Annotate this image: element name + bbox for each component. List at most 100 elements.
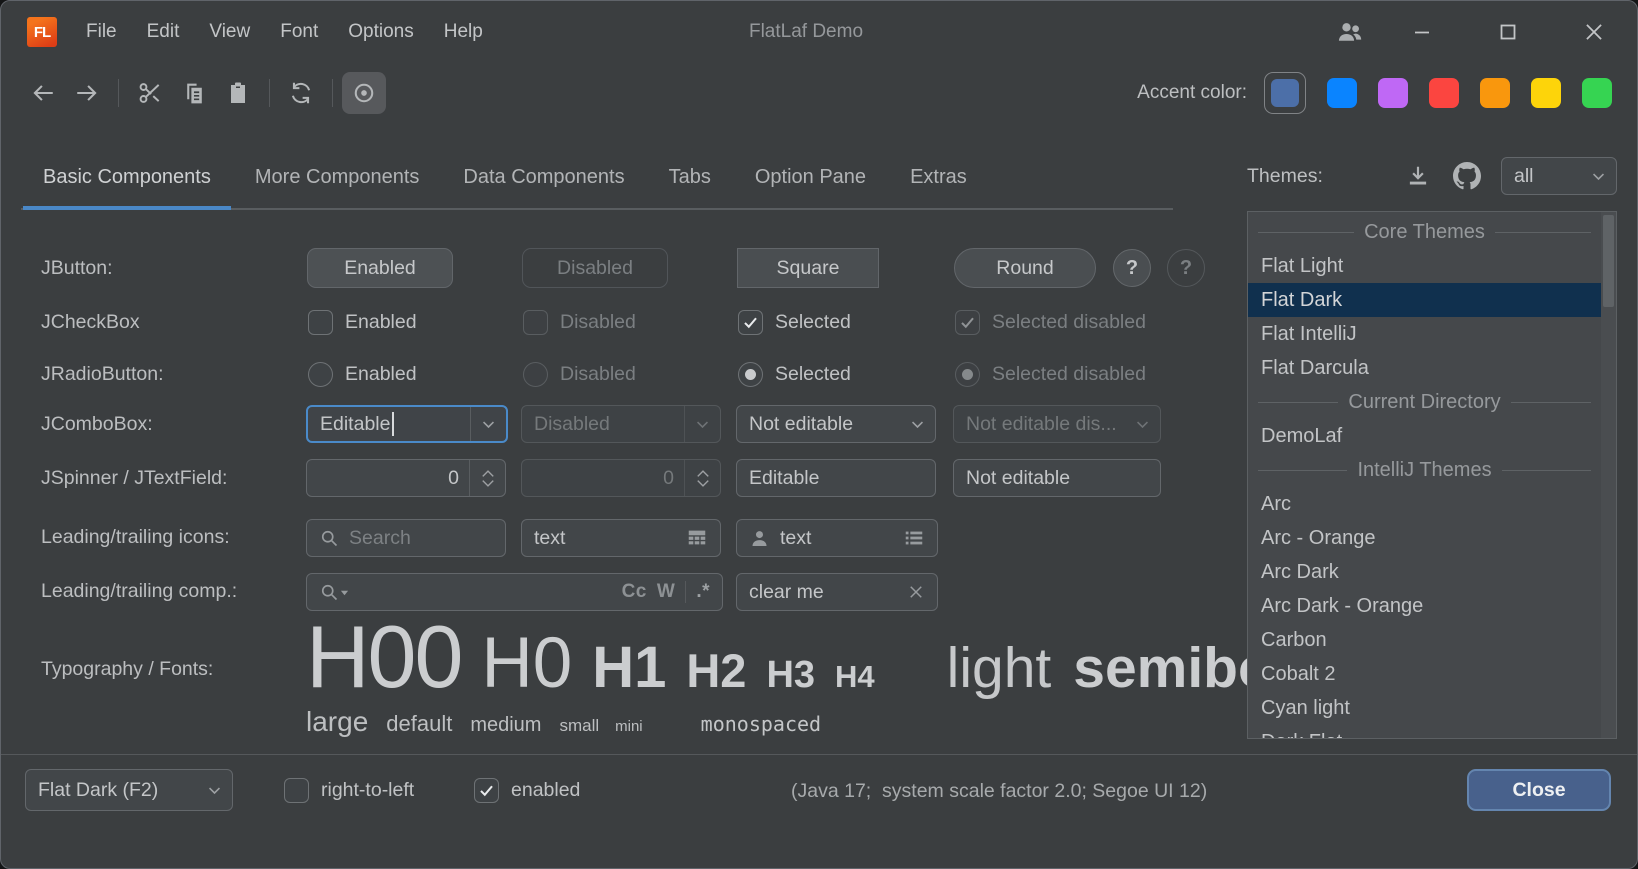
close-window-button[interactable] — [1571, 9, 1617, 55]
chevron-down-icon[interactable] — [900, 406, 935, 442]
theme-item-arc-dark[interactable]: Arc Dark — [1248, 555, 1601, 589]
square-button[interactable]: Square — [737, 248, 879, 288]
field-separator — [685, 581, 686, 603]
menu-help[interactable]: Help — [429, 13, 498, 51]
radio-selected-icon — [738, 362, 763, 387]
copy-button[interactable] — [172, 72, 216, 114]
close-button[interactable]: Close — [1467, 769, 1611, 811]
checkbox-checked-icon — [474, 778, 499, 803]
textfield-not-editable: Not editable — [953, 459, 1161, 497]
search-dropdown-icon[interactable] — [319, 582, 349, 602]
inspect-toggle-button[interactable] — [342, 72, 386, 114]
clear-icon[interactable] — [907, 583, 925, 601]
menu-font[interactable]: Font — [265, 13, 333, 51]
enabled-checkbox[interactable]: enabled — [474, 773, 580, 807]
checkbox-icon — [284, 778, 309, 803]
theme-item-flat-darcula[interactable]: Flat Darcula — [1248, 351, 1601, 385]
users-icon[interactable] — [1327, 9, 1373, 55]
match-case-toggle[interactable]: Cc — [622, 581, 647, 603]
cut-button[interactable] — [128, 72, 172, 114]
accent-swatch-orange[interactable] — [1480, 78, 1510, 108]
copy-icon — [182, 81, 207, 106]
jbutton-row-label: JButton: — [41, 257, 113, 280]
list-icon[interactable] — [903, 527, 925, 549]
lookandfeel-combobox[interactable]: Flat Dark (F2) — [25, 769, 233, 811]
download-icon[interactable] — [1405, 163, 1431, 189]
theme-item-flat-dark[interactable]: Flat Dark — [1248, 283, 1601, 317]
statusbar-separator — [1, 754, 1637, 755]
checkbox-enabled[interactable]: Enabled — [308, 305, 417, 339]
theme-item-cobalt-2[interactable]: Cobalt 2 — [1248, 657, 1601, 691]
menu-file[interactable]: File — [71, 13, 132, 51]
theme-item-arc-dark-orange[interactable]: Arc Dark - Orange — [1248, 589, 1601, 623]
maximize-button[interactable] — [1485, 9, 1531, 55]
paste-icon — [226, 81, 250, 105]
accent-swatch-green[interactable] — [1582, 78, 1612, 108]
person-icon — [749, 528, 770, 549]
minimize-button[interactable] — [1399, 9, 1445, 55]
tab-more-components[interactable]: More Components — [233, 147, 442, 208]
mini-size-sample: mini — [615, 718, 643, 735]
right-to-left-checkbox[interactable]: right-to-left — [284, 773, 414, 807]
regex-toggle[interactable]: .* — [696, 581, 710, 603]
radio-selected[interactable]: Selected — [738, 357, 851, 391]
h1-sample: H1 — [592, 636, 666, 700]
radio-selected-disabled: Selected disabled — [955, 357, 1146, 391]
theme-item-arc-orange[interactable]: Arc - Orange — [1248, 521, 1601, 555]
tab-option-pane[interactable]: Option Pane — [733, 147, 888, 208]
spinner-up-icon — [696, 469, 710, 478]
textfield-trailing-table[interactable]: text — [521, 519, 721, 557]
round-button[interactable]: Round — [954, 248, 1096, 288]
theme-item-flat-light[interactable]: Flat Light — [1248, 249, 1601, 283]
window-title: FlatLaf Demo — [501, 21, 1111, 43]
clearable-field[interactable]: clear me — [736, 573, 938, 611]
enabled-button[interactable]: Enabled — [307, 248, 453, 288]
combobox-editable[interactable]: Editable — [306, 405, 508, 443]
combobox-not-editable[interactable]: Not editable — [736, 405, 936, 443]
search-field-with-controls[interactable]: Cc W .* — [306, 573, 723, 611]
chevron-down-icon[interactable] — [470, 407, 506, 441]
whole-words-toggle[interactable]: W — [657, 581, 675, 603]
menu-edit[interactable]: Edit — [132, 13, 195, 51]
themes-filter-combobox[interactable]: all — [1501, 157, 1617, 195]
search-field[interactable]: Search — [306, 519, 506, 557]
github-icon[interactable] — [1453, 162, 1481, 190]
theme-item-arc[interactable]: Arc — [1248, 487, 1601, 521]
theme-item-flat-intellij[interactable]: Flat IntelliJ — [1248, 317, 1601, 351]
theme-item-carbon[interactable]: Carbon — [1248, 623, 1601, 657]
paste-button[interactable] — [216, 72, 260, 114]
cut-icon — [137, 80, 163, 106]
table-icon[interactable] — [686, 527, 708, 549]
refresh-button[interactable] — [279, 72, 323, 114]
tab-extras[interactable]: Extras — [888, 147, 989, 208]
checkbox-selected[interactable]: Selected — [738, 305, 851, 339]
themes-scrollbar[interactable] — [1601, 212, 1616, 738]
tab-basic-components[interactable]: Basic Components — [21, 147, 233, 208]
themes-header: Themes: all — [1247, 147, 1617, 205]
accent-swatch-purple[interactable] — [1378, 78, 1408, 108]
chevron-down-icon[interactable] — [197, 770, 232, 810]
back-button[interactable] — [21, 72, 65, 114]
spinner-buttons[interactable] — [469, 460, 505, 496]
theme-item-cyan-light[interactable]: Cyan light — [1248, 691, 1601, 725]
themes-list[interactable]: Core Themes Flat Light Flat Dark Flat In… — [1247, 211, 1617, 739]
menu-view[interactable]: View — [194, 13, 265, 51]
tab-data-components[interactable]: Data Components — [441, 147, 646, 208]
accent-swatch-blue[interactable] — [1327, 78, 1357, 108]
theme-item-demolaf[interactable]: DemoLaf — [1248, 419, 1601, 453]
textfield-editable[interactable]: Editable — [736, 459, 936, 497]
accent-swatch-selected[interactable] — [1264, 72, 1306, 114]
spinner-enabled[interactable]: 0 — [306, 459, 506, 497]
help-button[interactable]: ? — [1113, 249, 1151, 287]
chevron-down-icon — [1581, 158, 1616, 194]
forward-button[interactable] — [65, 72, 109, 114]
accent-swatch-yellow[interactable] — [1531, 78, 1561, 108]
radio-enabled[interactable]: Enabled — [308, 357, 417, 391]
menu-options[interactable]: Options — [333, 13, 428, 51]
textfield-leading-person[interactable]: text — [736, 519, 938, 557]
toolbar-separator — [332, 79, 333, 107]
theme-item-dark-flat[interactable]: Dark Flat — [1248, 725, 1601, 739]
tab-tabs[interactable]: Tabs — [647, 147, 733, 208]
accent-swatch-red[interactable] — [1429, 78, 1459, 108]
scrollbar-thumb[interactable] — [1603, 215, 1614, 307]
